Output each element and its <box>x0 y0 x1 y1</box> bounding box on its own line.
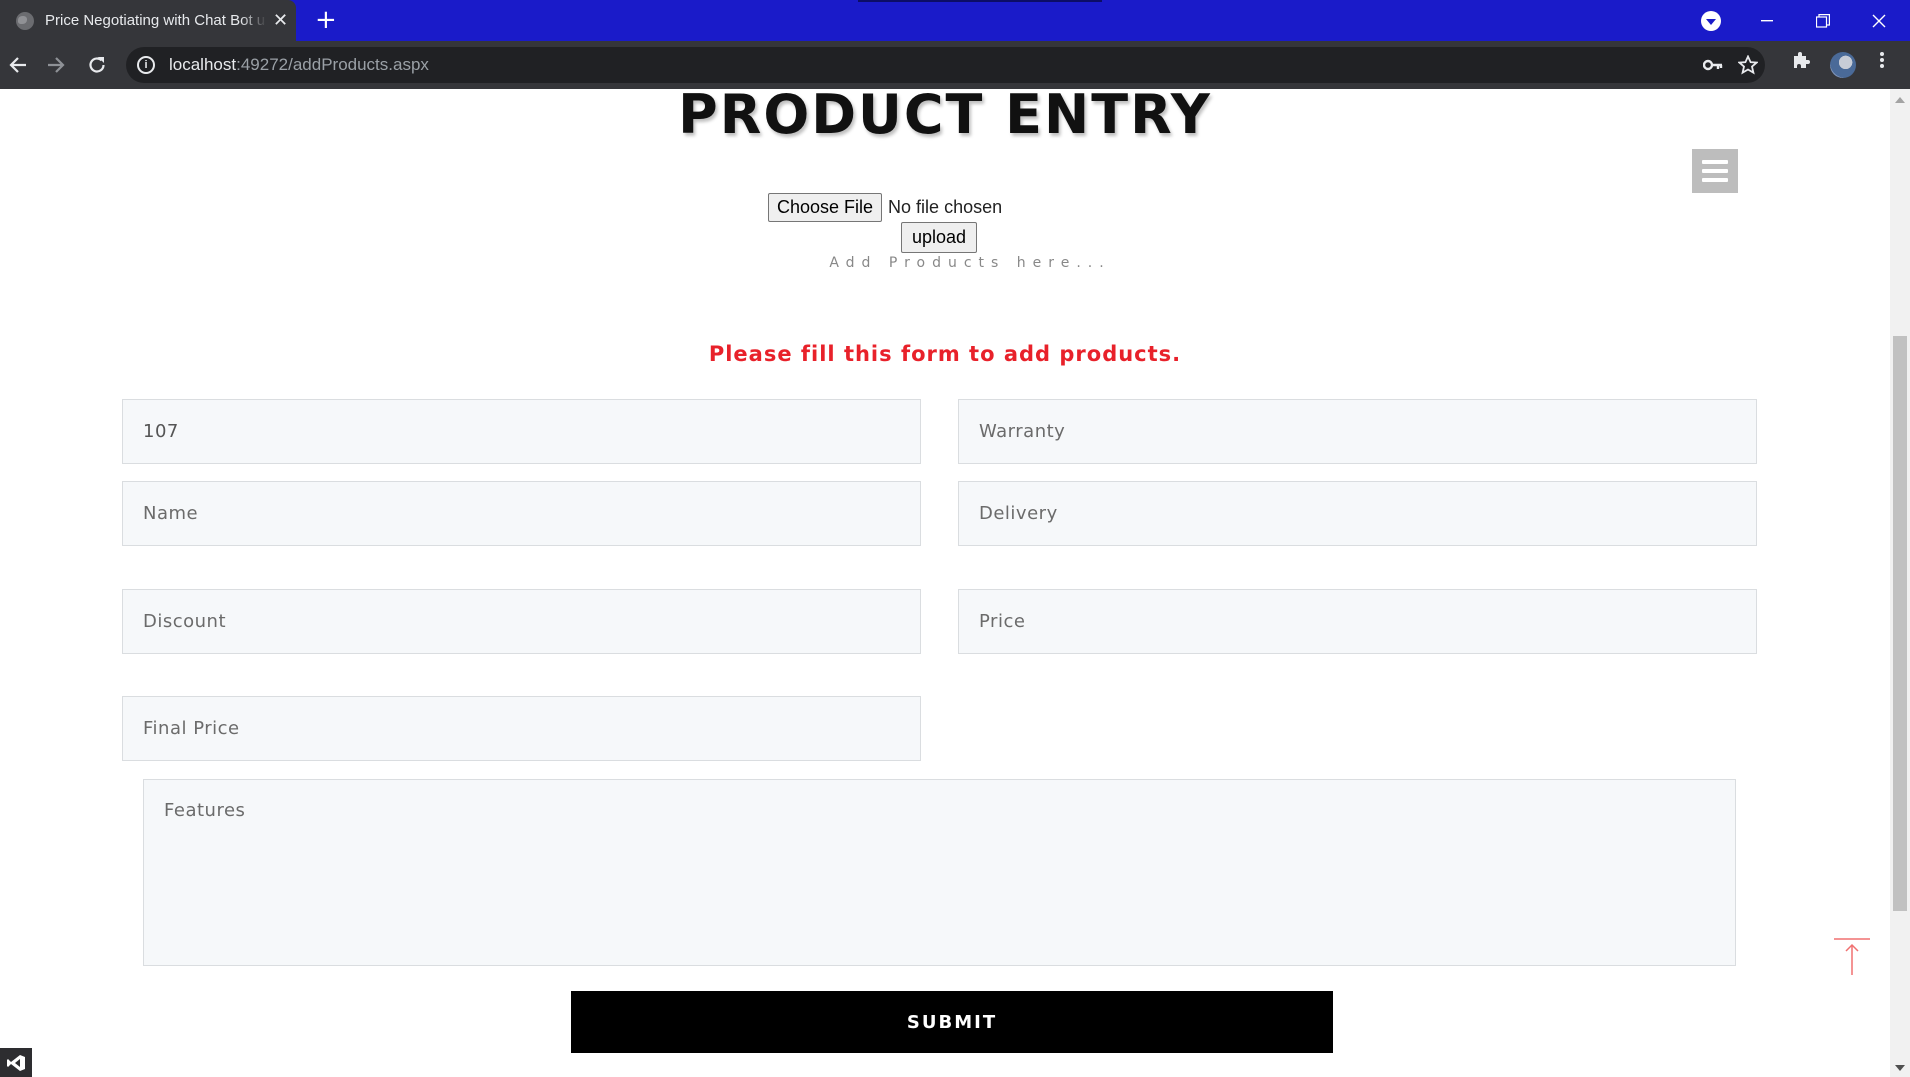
titlebar-accent-line <box>858 0 1102 2</box>
tab-search-icon[interactable] <box>1701 11 1721 31</box>
tab-close-icon[interactable]: ✕ <box>273 11 288 30</box>
forward-arrow-icon[interactable] <box>38 47 74 83</box>
page-scrollbar[interactable] <box>1890 89 1910 1077</box>
globe-icon <box>16 11 34 30</box>
file-status-text: No file chosen <box>888 197 1003 217</box>
more-vert-icon[interactable] <box>1879 50 1885 75</box>
final-price-field[interactable] <box>122 696 921 761</box>
scroll-up-arrow-icon[interactable] <box>1895 97 1905 103</box>
close-icon[interactable] <box>1851 0 1907 41</box>
key-icon[interactable] <box>1703 47 1723 83</box>
product-id-field[interactable] <box>122 399 921 464</box>
choose-file-button[interactable]: Choose File <box>768 193 883 222</box>
profile-avatar[interactable] <box>1830 52 1856 78</box>
browser-titlebar: Price Negotiating with Chat Bot u ✕ + <box>0 0 1910 41</box>
scrollbar-thumb[interactable] <box>1893 336 1907 911</box>
scroll-down-arrow-icon[interactable] <box>1895 1065 1905 1071</box>
visual-studio-icon[interactable] <box>0 1048 32 1077</box>
file-upload-row: Choose File No file chosen <box>768 193 1002 222</box>
tab-title: Price Negotiating with Chat Bot u <box>45 12 266 29</box>
restore-icon[interactable] <box>1795 0 1851 41</box>
warranty-field[interactable] <box>958 399 1757 464</box>
hamburger-menu-icon[interactable] <box>1692 149 1738 193</box>
new-tab-button[interactable]: + <box>315 6 337 34</box>
page-subtitle: Add Products here... <box>829 255 1111 271</box>
browser-toolbar: i localhost:49272/addProducts.aspx <box>0 41 1910 89</box>
form-heading: Please fill this form to add products. <box>708 342 1182 366</box>
page-viewport: PRODUCT ENTRY Choose File No file chosen… <box>0 89 1890 1077</box>
back-arrow-icon[interactable] <box>0 47 36 83</box>
minimize-icon[interactable] <box>1739 0 1795 41</box>
price-field[interactable] <box>958 589 1757 654</box>
browser-tab[interactable]: Price Negotiating with Chat Bot u ✕ <box>0 0 296 41</box>
back-to-top-icon[interactable] <box>1832 937 1872 977</box>
upload-button[interactable]: upload <box>901 222 978 253</box>
extensions-icon[interactable] <box>1791 50 1811 75</box>
reload-icon[interactable] <box>79 47 115 83</box>
url-text: localhost:49272/addProducts.aspx <box>169 55 429 74</box>
address-bar[interactable]: i localhost:49272/addProducts.aspx <box>126 47 1765 83</box>
discount-field[interactable] <box>122 589 921 654</box>
features-textarea[interactable] <box>143 779 1736 966</box>
name-field[interactable] <box>122 481 921 546</box>
delivery-field[interactable] <box>958 481 1757 546</box>
info-icon[interactable]: i <box>137 56 155 74</box>
star-icon[interactable] <box>1738 47 1758 83</box>
submit-button[interactable]: SUBMIT <box>571 991 1333 1053</box>
page-title: PRODUCT ENTRY <box>678 89 1212 146</box>
